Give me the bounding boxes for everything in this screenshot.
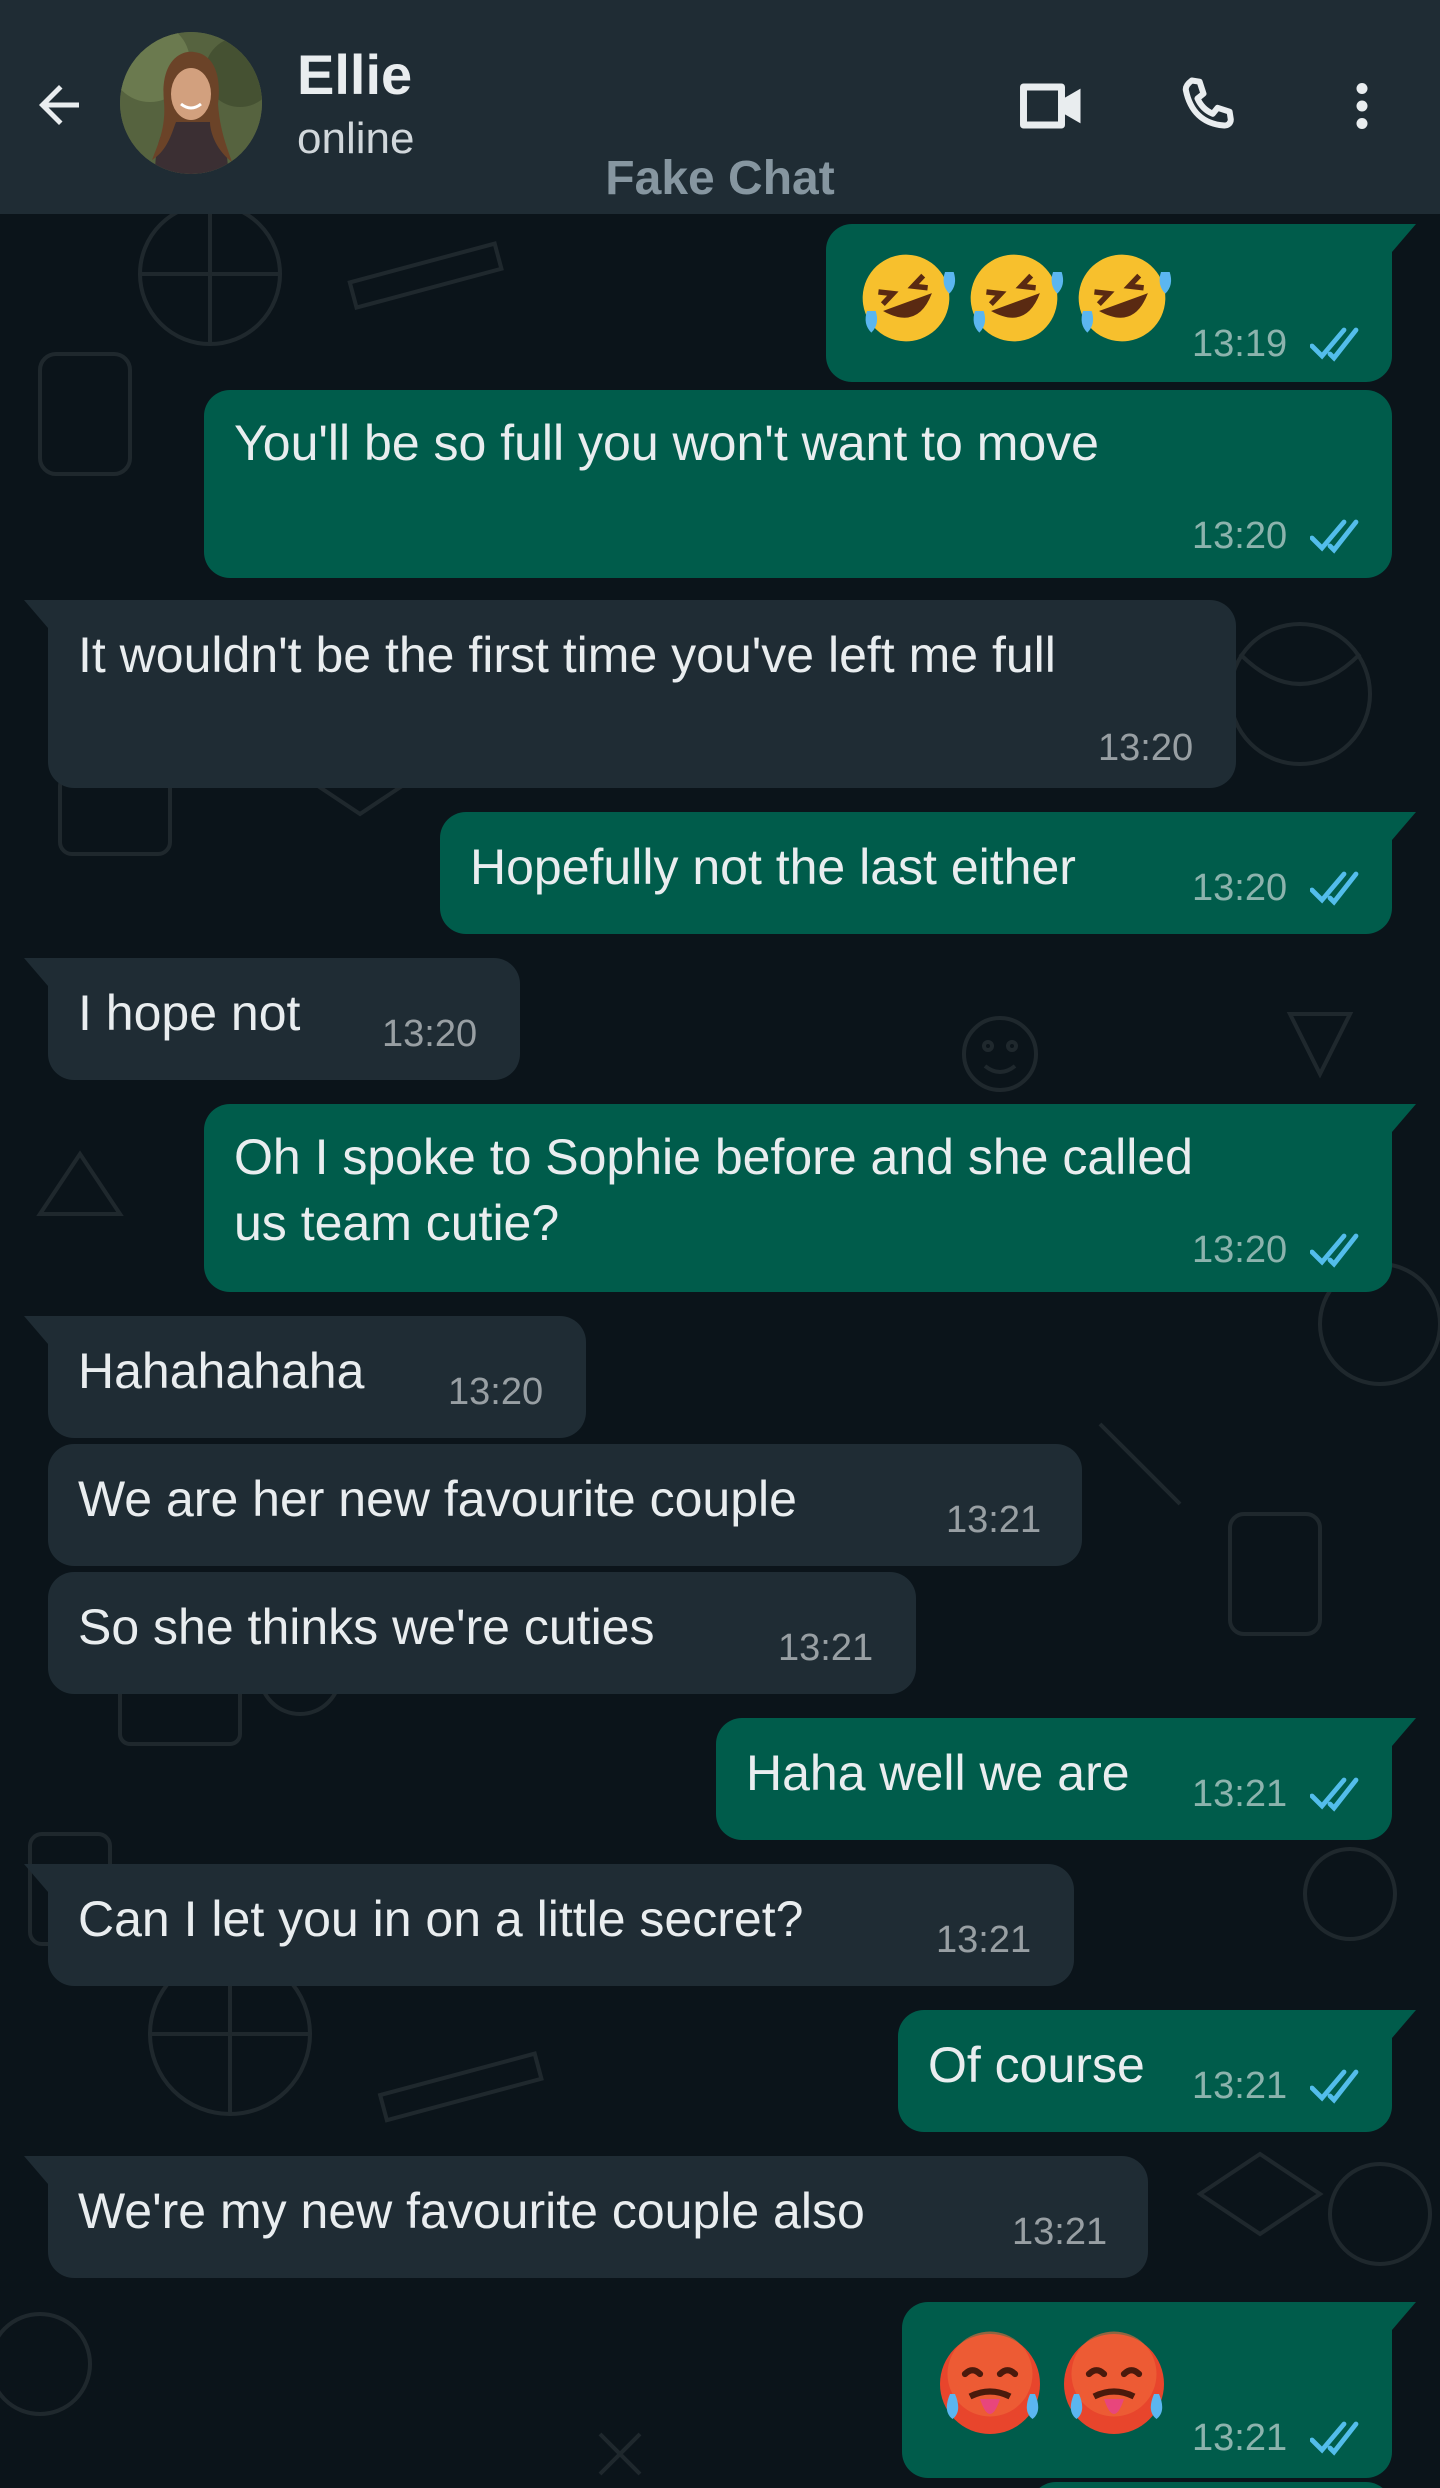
back-button[interactable]: [22, 68, 96, 142]
watermark-text: Fake Chat: [605, 152, 835, 205]
video-camera-icon: [1020, 83, 1081, 129]
message-text: It wouldn't be the first time you've lef…: [78, 627, 1056, 683]
message-bubble-outgoing[interactable]: You'll be so full you won't want to move…: [204, 390, 1392, 578]
message-time: 13:20: [1192, 1229, 1288, 1271]
message-time: 13:20: [1192, 867, 1288, 909]
message-bubble-incoming[interactable]: It wouldn't be the first time you've lef…: [24, 600, 1236, 788]
message-bubble-incoming[interactable]: Can I let you in on a little secret? 13:…: [24, 1864, 1074, 1986]
read-receipt-icon: [1310, 871, 1359, 906]
message-text: We're my new favourite couple also: [78, 2183, 865, 2239]
message-list[interactable]: 13:19 You'll be so full you won't want t…: [0, 214, 1440, 2488]
message-text: Hopefully not the last either: [470, 839, 1076, 895]
message-time: 13:21: [1192, 2065, 1288, 2107]
message-text: We are her new favourite couple: [78, 1471, 797, 1527]
message-time: 13:21: [946, 1499, 1042, 1541]
message-bubble-incoming[interactable]: We are her new favourite couple 13:21: [48, 1444, 1082, 1566]
message-time: 13:20: [1192, 515, 1288, 557]
read-receipt-icon: [1310, 2069, 1359, 2104]
message-text-line-1: Oh I spoke to Sophie before and she call…: [234, 1129, 1193, 1185]
menu-button[interactable]: [1312, 56, 1412, 156]
message-time: 13:20: [448, 1371, 544, 1413]
read-receipt-icon: [1310, 1233, 1359, 1268]
read-receipt-icon: [1310, 327, 1359, 362]
message-time: 13:21: [1192, 1773, 1288, 1815]
message-text: Of course: [928, 2037, 1145, 2093]
message-bubble-outgoing-partial: [1030, 2482, 1392, 2488]
message-time: 13:19: [1192, 323, 1288, 365]
message-text-line-2: us team cutie?: [234, 1195, 560, 1251]
emoji-row: [854, 246, 1174, 350]
message-bubble-incoming[interactable]: Hahahahaha 13:20: [24, 1316, 586, 1438]
rolling-on-floor-laughing-emoji-icon: [1078, 254, 1172, 342]
message-text: Can I let you in on a little secret?: [78, 1891, 804, 1947]
read-receipt-icon: [1310, 2421, 1359, 2456]
message-time: 13:21: [1012, 2211, 1108, 2253]
rolling-on-floor-laughing-emoji-icon: [862, 254, 956, 342]
message-bubble-outgoing[interactable]: Of course 13:21: [898, 2010, 1416, 2132]
chat-screen: Ellie online Fake Chat 13:19 You'll be s…: [0, 0, 1440, 2488]
read-receipt-icon: [1310, 519, 1359, 554]
message-bubble-outgoing[interactable]: 13:21: [902, 2302, 1416, 2478]
video-call-button[interactable]: [1002, 56, 1102, 156]
message-text: You'll be so full you won't want to move: [234, 415, 1099, 471]
message-bubble-outgoing[interactable]: Haha well we are 13:21: [716, 1718, 1416, 1840]
message-time: 13:21: [778, 1627, 874, 1669]
message-time: 13:20: [382, 1013, 478, 1055]
voice-call-button[interactable]: [1158, 56, 1258, 156]
message-time: 13:21: [1192, 2417, 1288, 2459]
phone-icon: [1182, 77, 1234, 129]
message-text: Hahahahaha: [78, 1343, 365, 1399]
read-receipt-icon: [1310, 1777, 1359, 1812]
message-time: 13:20: [1098, 727, 1194, 769]
message-bubble-incoming[interactable]: I hope not 13:20: [24, 958, 520, 1080]
message-bubble-outgoing[interactable]: Hopefully not the last either 13:20: [440, 812, 1416, 934]
message-text: So she thinks we're cuties: [78, 1599, 655, 1655]
message-text: Haha well we are: [746, 1745, 1130, 1801]
hot-face-emoji-icon: [1064, 2331, 1164, 2434]
message-bubble-outgoing[interactable]: 13:19: [826, 224, 1416, 382]
rolling-on-floor-laughing-emoji-icon: [970, 254, 1064, 342]
message-text: I hope not: [78, 985, 301, 1041]
arrow-left-icon: [39, 85, 79, 125]
more-vertical-icon: [1356, 83, 1368, 129]
message-bubble-incoming[interactable]: We're my new favourite couple also 13:21: [24, 2156, 1148, 2278]
contact-name[interactable]: Ellie: [297, 40, 412, 110]
message-bubble-incoming[interactable]: So she thinks we're cuties 13:21: [48, 1572, 916, 1694]
message-bubble-outgoing[interactable]: Oh I spoke to Sophie before and she call…: [204, 1104, 1416, 1292]
emoji-row: [930, 2324, 1174, 2444]
message-time: 13:21: [936, 1919, 1032, 1961]
hot-face-emoji-icon: [940, 2331, 1040, 2434]
